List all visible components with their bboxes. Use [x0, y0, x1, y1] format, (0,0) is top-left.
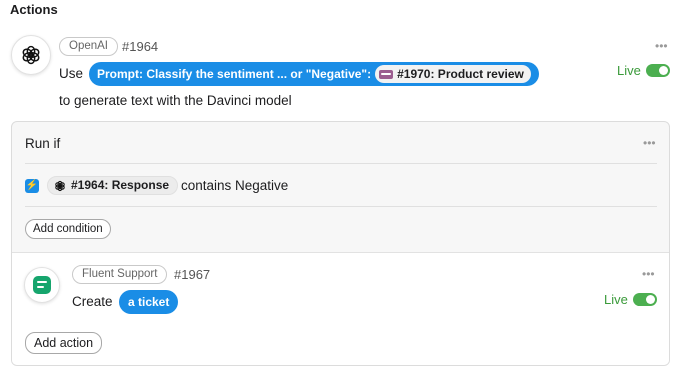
more-options-icon[interactable]: •••: [642, 267, 655, 281]
woocommerce-icon: [379, 69, 394, 79]
app-tag-openai: OpenAI: [59, 37, 118, 56]
live-status[interactable]: Live: [617, 63, 670, 78]
condition-operator: contains Negative: [181, 178, 289, 193]
fluent-support-avatar: [24, 267, 60, 303]
ticket-pill[interactable]: a ticket: [119, 290, 179, 314]
step-id: #1964: [122, 39, 159, 54]
run-if-title: Run if: [25, 136, 61, 151]
trigger-bolt-icon: ⚡: [25, 179, 39, 193]
action-verb: Use: [59, 66, 84, 81]
condition-field-label: #1964: Response: [71, 178, 170, 192]
add-condition-button[interactable]: Add condition: [25, 219, 111, 239]
openai-icon: [22, 45, 40, 65]
live-toggle[interactable]: [645, 64, 670, 77]
run-if-more-icon[interactable]: •••: [643, 136, 656, 150]
live-toggle[interactable]: [632, 293, 657, 306]
app-tag-fluent-support: Fluent Support: [72, 265, 168, 284]
live-status[interactable]: Live: [604, 292, 657, 307]
divider: [25, 163, 657, 164]
prompt-pill[interactable]: Prompt: Classify the sentiment ... or "N…: [89, 62, 539, 86]
add-action-button[interactable]: Add action: [25, 332, 103, 354]
action-description: to generate text with the Davinci model: [59, 93, 292, 108]
live-label: Live: [604, 292, 628, 307]
run-if-card: Run if ••• ⚡ #1964: Response contains Ne…: [11, 121, 670, 366]
more-options-icon[interactable]: •••: [655, 39, 668, 53]
action-verb: Create: [72, 294, 113, 309]
prompt-pill-label: Prompt: Classify the sentiment ... or "N…: [97, 67, 372, 81]
nested-action-panel: Fluent Support #1967 ••• Create a ticket…: [12, 252, 669, 365]
openai-icon: [55, 180, 65, 191]
live-label: Live: [617, 63, 641, 78]
product-review-label: #1970: Product review: [397, 67, 524, 81]
openai-avatar: [11, 35, 51, 75]
step-id: #1967: [174, 267, 211, 282]
section-title: Actions: [10, 2, 58, 17]
product-review-pill[interactable]: #1970: Product review: [375, 65, 531, 83]
divider: [25, 206, 657, 207]
fluent-support-icon: [33, 276, 51, 294]
condition-field-pill[interactable]: #1964: Response: [47, 176, 179, 195]
